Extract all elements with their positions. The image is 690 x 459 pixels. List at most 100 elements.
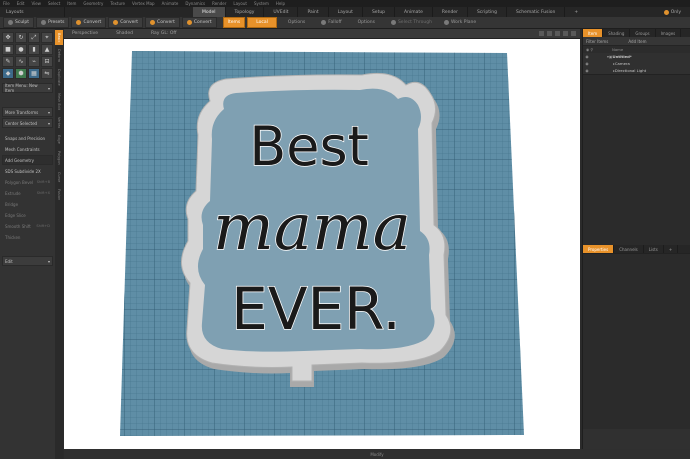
mirror-tool-icon[interactable]: ⇋ [41, 68, 53, 79]
shield-icon[interactable]: ⬢ [15, 68, 27, 79]
visibility-eye-icon[interactable]: ◉ [583, 68, 591, 73]
vertical-tab[interactable]: Polygon [55, 148, 63, 168]
mesh-constraints-button[interactable]: Mesh Constraints [2, 144, 53, 154]
item-tree-row[interactable]: ◉ ▸ Directional Light [583, 67, 690, 74]
pan-icon[interactable] [547, 31, 552, 36]
maximize-icon[interactable] [571, 31, 576, 36]
menu-item[interactable]: Item [67, 1, 76, 6]
geometry-tool-item[interactable]: Bridge [2, 199, 53, 209]
item-tree-row[interactable]: ◉ ▾▣ Untitled* [583, 53, 690, 60]
layout-tab[interactable]: Topology [226, 7, 265, 17]
mesh-icon[interactable]: ▦ [28, 68, 40, 79]
convert-button-4[interactable]: Convert [181, 17, 217, 28]
subdivide-button[interactable]: SDS Subdivide 2X [2, 166, 53, 176]
select-through-button[interactable]: Select Through [386, 17, 437, 28]
visibility-eye-icon[interactable]: ◉ [583, 54, 591, 59]
work-plane-button[interactable]: Work Plane [439, 17, 481, 28]
zoom-icon[interactable] [555, 31, 560, 36]
vertical-tab[interactable]: Mesh Edit [55, 90, 63, 113]
convert-button-3[interactable]: Convert [145, 17, 180, 28]
geometry-tool-item[interactable]: Polygon Bevel Shift+B [2, 177, 53, 187]
name-column-header[interactable]: Name [612, 47, 623, 52]
item-list-tab[interactable]: Item [583, 29, 604, 37]
geometry-tool-item[interactable]: Extrude Shift+X [2, 188, 53, 198]
center-selected-dropdown[interactable]: Center Selected ▾ [2, 118, 53, 128]
properties-tab[interactable]: + [664, 245, 679, 253]
layout-tab[interactable]: UVEdit [264, 7, 299, 17]
vertical-tab[interactable]: Edge [55, 132, 63, 147]
menu-item[interactable]: Edit [17, 1, 25, 6]
ray-gl-toggle[interactable]: Ray GL: Off [151, 31, 176, 36]
vertical-tab[interactable]: Basic [55, 30, 63, 46]
loop-slice-icon[interactable]: ⊟ [41, 56, 53, 67]
presets-button[interactable]: Presets [36, 17, 70, 28]
item-list-tab[interactable]: Images [656, 29, 682, 37]
rotate-tool-icon[interactable]: ↻ [15, 32, 27, 43]
cylinder-primitive-icon[interactable]: ▮ [28, 44, 40, 55]
add-tab-button[interactable]: + [565, 7, 587, 17]
edit-dropdown[interactable]: Edit ▾ [2, 256, 53, 266]
menu-item[interactable]: Geometry [83, 1, 103, 6]
geometry-tool-item[interactable]: Thicken [2, 232, 53, 242]
local-button[interactable]: Local [247, 17, 277, 28]
item-menu-dropdown[interactable]: Item Menu: New Item ▾ [2, 83, 53, 93]
layout-tab[interactable]: Render [433, 7, 468, 17]
sphere-primitive-icon[interactable]: ● [15, 44, 27, 55]
menu-item[interactable]: Texture [110, 1, 125, 6]
properties-tab[interactable]: Channels [614, 245, 644, 253]
menu-item[interactable]: Render [212, 1, 226, 6]
menu-item[interactable]: Vertex Map [132, 1, 155, 6]
filter-items-field[interactable]: Filter Items [586, 39, 608, 44]
layout-tab[interactable]: Setup [363, 7, 396, 17]
add-geometry-header[interactable]: Add Geometry [2, 155, 53, 165]
element-move-icon[interactable]: ◆ [2, 68, 14, 79]
menu-item[interactable]: Help [276, 1, 285, 6]
sculpt-button[interactable]: Sculpt [3, 17, 35, 28]
layout-tab[interactable]: Paint [298, 7, 329, 17]
vertical-tab[interactable]: Vertex [55, 114, 63, 131]
transform-tool-icon[interactable]: ⌖ [41, 32, 53, 43]
cone-primitive-icon[interactable]: ▲ [41, 44, 53, 55]
menu-item[interactable]: Layout [233, 1, 247, 6]
properties-tab[interactable]: Lists [644, 245, 664, 253]
layout-tab[interactable]: Model [193, 7, 226, 17]
3d-viewport[interactable]: Best mama EVER. [64, 39, 580, 449]
menu-item[interactable]: Animate [162, 1, 179, 6]
convert-button-1[interactable]: Convert [71, 17, 107, 28]
options-button-2[interactable]: Options [349, 17, 384, 28]
layouts-dropdown[interactable]: Layouts [0, 7, 65, 17]
shading-selector[interactable]: Shaded [116, 31, 133, 36]
layout-tab[interactable]: Schematic Fusion [507, 7, 566, 17]
layout-tab[interactable]: Animate [395, 7, 433, 17]
add-item-button[interactable]: Add Item [628, 39, 646, 44]
cube-primitive-icon[interactable]: ■ [2, 44, 14, 55]
layout-tab[interactable]: Layout [329, 7, 363, 17]
menu-item[interactable]: File [3, 1, 10, 6]
convert-button-2[interactable]: Convert [108, 17, 144, 28]
geometry-tool-item[interactable]: Edge Slice [2, 210, 53, 220]
more-transforms-dropdown[interactable]: More Transforms ▾ [2, 107, 53, 117]
vertical-tab[interactable]: Duplicate [55, 66, 63, 89]
scale-tool-icon[interactable]: ⤢ [28, 32, 40, 43]
geometry-tool-item[interactable]: Smooth Shift Shift+D [2, 221, 53, 231]
properties-tab[interactable]: Properties [583, 245, 615, 253]
move-tool-icon[interactable]: ✥ [2, 32, 14, 43]
pen-tool-icon[interactable]: ✎ [2, 56, 14, 67]
vertical-tab[interactable]: Curve [55, 169, 63, 185]
item-list-tab[interactable]: Shading [603, 29, 631, 37]
vertical-tab[interactable]: Fusion [55, 186, 63, 203]
snaps-button[interactable]: Snaps and Precision [2, 133, 53, 143]
options-button-1[interactable]: Options [279, 17, 314, 28]
rotate-view-icon[interactable] [563, 31, 568, 36]
layout-tab[interactable]: Scripting [468, 7, 507, 17]
vertical-tab[interactable]: Deform [55, 46, 63, 65]
menu-item[interactable]: View [31, 1, 41, 6]
menu-item[interactable]: System [254, 1, 269, 6]
item-tree-row[interactable]: ◉ ▸ Camera [583, 60, 690, 67]
fit-view-icon[interactable] [539, 31, 544, 36]
menu-item[interactable]: Dynamics [185, 1, 205, 6]
curve-tool-icon[interactable]: ∿ [15, 56, 27, 67]
items-button[interactable]: Items [222, 17, 246, 28]
view-mode-selector[interactable]: Perspective [72, 31, 98, 36]
menu-item[interactable]: Select [48, 1, 60, 6]
